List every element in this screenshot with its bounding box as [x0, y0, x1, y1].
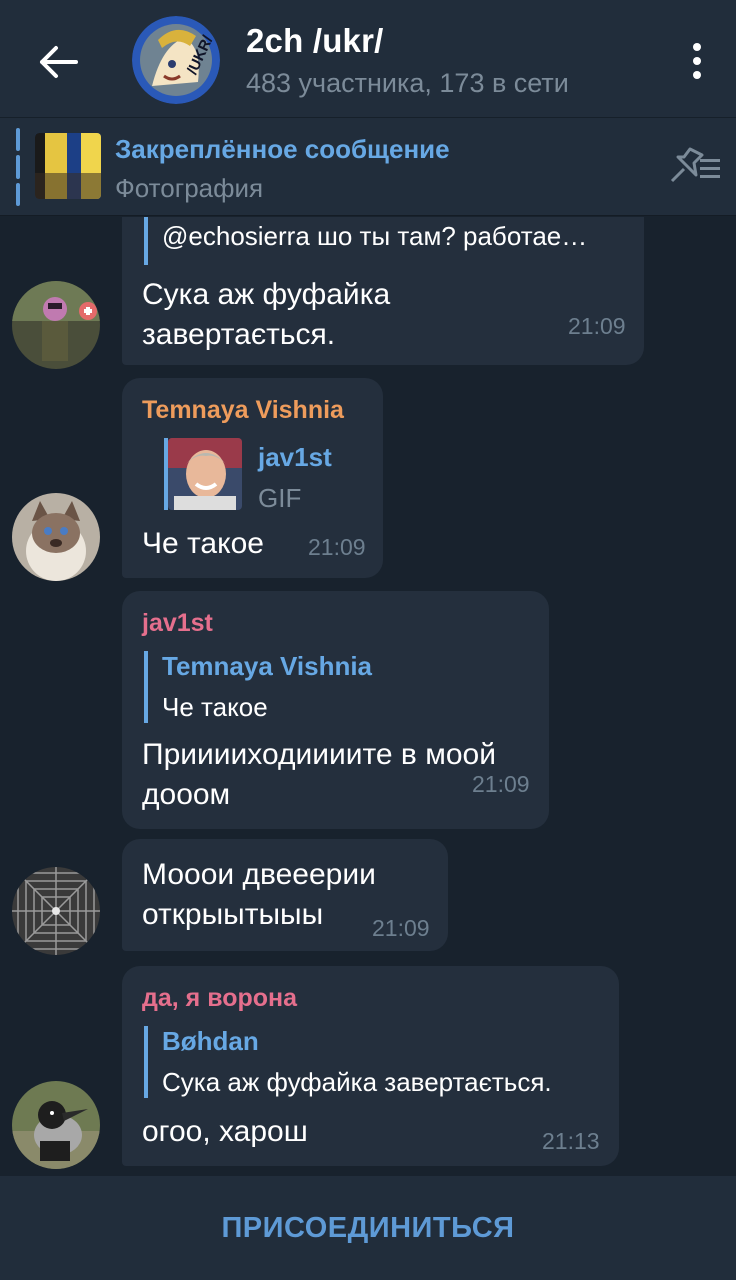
user-avatar[interactable]	[12, 867, 100, 955]
reply-preview[interactable]: jav1st GIF	[164, 438, 364, 513]
gif-thumbnail	[168, 438, 242, 510]
message-text: Сука аж фуфайка завертається.	[142, 278, 391, 351]
reply-text: Сука аж фуфайка завертається.	[162, 1067, 552, 1097]
message-bubble[interactable]: Мооои двееерии открыытыыы 21:09	[122, 839, 448, 951]
group-avatar[interactable]: /UKR/	[132, 16, 220, 104]
sender-name[interactable]: да, я ворона	[142, 984, 297, 1013]
message-text: Мооои двееерии открыытыыы	[142, 858, 376, 931]
message-time: 21:09	[568, 313, 626, 339]
message-bubble[interactable]: Temnaya Vishnia jav1st GIF Че такое 21:0…	[122, 378, 383, 578]
reply-preview[interactable]: Bøhdan Сука аж фуфайка завертається.	[144, 1026, 604, 1098]
dot-icon	[693, 57, 701, 65]
dot-icon	[693, 71, 701, 79]
reply-preview[interactable]: @echosierra шо ты там? работае…	[144, 217, 624, 265]
dot-icon	[693, 43, 701, 51]
pin-list-icon	[670, 147, 720, 183]
reply-sender: Temnaya Vishnia	[162, 651, 373, 681]
message-text: Прииииходиииите в моой дооом	[142, 738, 496, 811]
join-bar: ПРИСОЕДИНИТЬСЯ	[0, 1176, 736, 1280]
sender-name[interactable]: jav1st	[142, 609, 213, 638]
sender-name[interactable]: Temnaya Vishnia	[142, 396, 344, 425]
reply-text: Че такое	[162, 692, 268, 722]
message-bubble[interactable]: jav1st Temnaya Vishnia Че такое Приииихо…	[122, 591, 549, 829]
message-text: огоо, харош	[142, 1115, 308, 1148]
message-bubble[interactable]: @echosierra шо ты там? работае… Сука аж …	[122, 217, 644, 365]
unpin-button[interactable]	[664, 145, 724, 189]
pin-indicator	[16, 128, 20, 206]
message-bubble[interactable]: да, я ворона Bøhdan Сука аж фуфайка заве…	[122, 966, 619, 1166]
arrow-left-icon	[40, 46, 78, 78]
user-avatar[interactable]	[12, 493, 100, 581]
member-count: 483 участника, 173 в сети	[246, 68, 569, 98]
reply-text: @echosierra шо ты там? работае…	[162, 221, 588, 251]
back-button[interactable]	[30, 34, 86, 90]
message-list[interactable]: @echosierra шо ты там? работае… Сука аж …	[0, 217, 736, 1175]
user-avatar[interactable]	[12, 1081, 100, 1169]
reply-text: GIF	[258, 483, 302, 513]
reply-sender: Bøhdan	[162, 1026, 259, 1056]
chat-title[interactable]: 2ch /ukr/	[246, 22, 384, 60]
more-menu-button[interactable]	[676, 36, 718, 86]
reply-sender: jav1st	[258, 442, 332, 472]
chat-header: /UKR/ 2ch /ukr/ 483 участника, 173 в сет…	[0, 0, 736, 118]
pinned-subtitle: Фотография	[115, 173, 264, 203]
message-time: 21:13	[542, 1128, 600, 1154]
pinned-photo-thumbnail	[35, 133, 101, 199]
reply-preview[interactable]: Temnaya Vishnia Че такое	[144, 651, 534, 723]
user-avatar[interactable]	[12, 281, 100, 369]
join-button[interactable]: ПРИСОЕДИНИТЬСЯ	[221, 1212, 514, 1245]
message-time: 21:09	[372, 915, 430, 941]
pinned-title: Закреплённое сообщение	[115, 134, 450, 164]
message-time: 21:09	[472, 771, 530, 797]
message-time: 21:09	[308, 534, 366, 560]
message-text: Че такое	[142, 527, 264, 560]
pinned-message-bar[interactable]: Закреплённое сообщение Фотография	[0, 118, 736, 216]
